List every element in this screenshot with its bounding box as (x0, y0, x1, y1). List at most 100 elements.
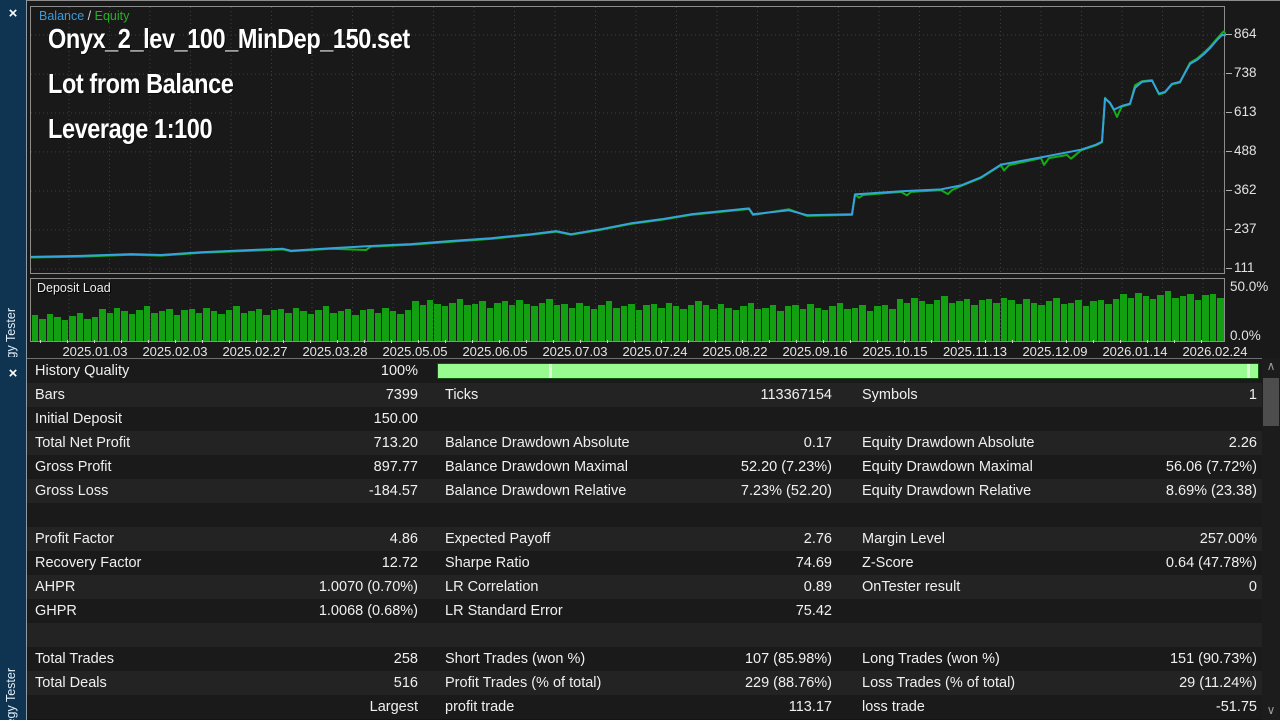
deposit-load-bar (800, 309, 806, 341)
deposit-axis-max-label: 50.0% (1230, 279, 1280, 294)
report-row[interactable]: Initial Deposit150.00 (27, 407, 1262, 431)
x-axis-tick (1201, 340, 1202, 343)
report-row[interactable]: AHPR1.0070 (0.70%)LR Correlation0.89OnTe… (27, 575, 1262, 599)
stat-label: History Quality (35, 363, 285, 379)
deposit-load-bar (1046, 301, 1052, 341)
deposit-load-bar (1068, 303, 1074, 341)
deposit-load-label: Deposit Load (37, 281, 111, 295)
close-icon[interactable]: × (5, 6, 21, 22)
deposit-load-bar (516, 300, 522, 341)
deposit-load-bar (770, 305, 776, 341)
x-axis-tick (1012, 340, 1013, 343)
deposit-load-bar (822, 310, 828, 341)
deposit-load-bar (1053, 298, 1059, 341)
deposit-load-bar (576, 303, 582, 341)
deposit-load-chart[interactable]: Deposit Load (30, 278, 1225, 342)
report-row[interactable]: Bars7399Ticks113367154Symbols1 (27, 383, 1262, 407)
report-row[interactable]: Profit Factor4.86Expected Payoff2.76Marg… (27, 527, 1262, 551)
deposit-load-bar (658, 308, 664, 342)
x-axis-tick (121, 340, 122, 343)
report-panel-tab[interactable]: Strategy Tester (0, 640, 26, 720)
backtest-report-table[interactable]: History Quality100%Bars7399Ticks11336715… (27, 359, 1262, 720)
deposit-load-bar (1180, 296, 1186, 341)
deposit-load-bar (956, 301, 962, 341)
report-row[interactable]: History Quality100% (27, 359, 1262, 383)
deposit-load-bar (457, 299, 463, 341)
deposit-load-bar (1195, 300, 1201, 341)
deposit-load-bar (300, 311, 306, 341)
deposit-load-bar (159, 311, 165, 341)
deposit-load-bar (427, 300, 433, 341)
close-icon[interactable]: × (5, 366, 21, 382)
report-row[interactable]: Total Net Profit713.20Balance Drawdown A… (27, 431, 1262, 455)
deposit-load-bar (882, 305, 888, 341)
deposit-load-bar (330, 313, 336, 342)
stat-value: 897.77 (285, 459, 418, 475)
deposit-load-bar (420, 305, 426, 341)
deposit-load-bar (308, 314, 314, 341)
deposit-load-bar (77, 313, 83, 342)
stat-label: Profit Factor (35, 531, 285, 547)
x-axis-label: 2025.07.03 (530, 344, 620, 359)
x-axis-tick (958, 340, 959, 343)
deposit-load-bar (867, 311, 873, 341)
stat-value: -51.75 (1092, 699, 1257, 715)
report-row[interactable]: GHPR1.0068 (0.68%)LR Standard Error75.42 (27, 599, 1262, 623)
stat-value: 100% (285, 363, 418, 379)
deposit-load-bar (54, 317, 60, 341)
deposit-load-bar (1061, 304, 1067, 341)
stat-label: Sharpe Ratio (445, 555, 675, 571)
report-row[interactable]: Recovery Factor12.72Sharpe Ratio74.69Z-S… (27, 551, 1262, 575)
deposit-load-bar (1210, 294, 1216, 341)
x-axis-tick (472, 340, 473, 343)
deposit-load-bar (561, 304, 567, 341)
stat-label: Z-Score (862, 555, 1092, 571)
stat-value: 74.69 (675, 555, 832, 571)
stat-value: 1.0068 (0.68%) (285, 603, 418, 619)
deposit-load-bar (666, 303, 672, 341)
chart-title-overlay: Onyx_2_lev_100_MinDep_150.set Lot from B… (48, 23, 479, 158)
stat-label: Expected Payoff (445, 531, 675, 547)
deposit-load-bar (412, 301, 418, 341)
strategy-tester-tab-label: Strategy Tester (4, 668, 18, 720)
report-row[interactable]: Total Deals516Profit Trades (% of total)… (27, 671, 1262, 695)
stat-value: 7.23% (52.20) (675, 483, 832, 499)
deposit-load-bar (673, 306, 679, 341)
report-row[interactable] (27, 623, 1262, 647)
balance-equity-chart[interactable]: Balance / Equity Onyx_2_lev_100_MinDep_1… (30, 6, 1225, 274)
lot-mode-label: Lot from Balance (48, 68, 410, 100)
stat-value: 2.76 (675, 531, 832, 547)
deposit-load-bar (733, 310, 739, 341)
scroll-up-icon[interactable]: ∧ (1262, 358, 1280, 376)
deposit-load-bar (487, 308, 493, 342)
stat-value: 113367154 (675, 387, 832, 403)
deposit-load-bar (688, 305, 694, 341)
x-axis-tick (985, 340, 986, 343)
x-axis-tick (1066, 340, 1067, 343)
legend-equity: Equity (95, 9, 130, 23)
report-row[interactable]: Gross Profit897.77Balance Drawdown Maxim… (27, 455, 1262, 479)
deposit-load-bar (524, 304, 530, 341)
chart-panel-tab[interactable]: Strategy Tester (0, 268, 26, 357)
y-axis-label: 488 (1234, 143, 1280, 158)
deposit-load-bar (1105, 304, 1111, 341)
stat-label: Total Deals (35, 675, 285, 691)
report-row[interactable] (27, 503, 1262, 527)
stat-label: Loss Trades (% of total) (862, 675, 1092, 691)
scroll-down-icon[interactable]: ∨ (1262, 702, 1280, 720)
stat-value: 8.69% (23.38) (1092, 483, 1257, 499)
x-axis-label: 2025.07.24 (610, 344, 700, 359)
deposit-load-bar (1202, 295, 1208, 341)
deposit-load-bar (1075, 300, 1081, 341)
stat-label: Total Net Profit (35, 435, 285, 451)
deposit-load-bar (479, 301, 485, 341)
deposit-load-bar (121, 311, 127, 341)
stat-label: Initial Deposit (35, 411, 285, 427)
report-row[interactable]: Total Trades258Short Trades (won %)107 (… (27, 647, 1262, 671)
scrollbar-thumb[interactable] (1263, 378, 1279, 426)
report-row[interactable]: Gross Loss-184.57Balance Drawdown Relati… (27, 479, 1262, 503)
report-scrollbar[interactable]: ∧ ∨ (1262, 358, 1280, 720)
report-row[interactable]: Largestprofit trade113.17loss trade-51.7… (27, 695, 1262, 719)
stat-label: LR Standard Error (445, 603, 675, 619)
stat-label: Balance Drawdown Absolute (445, 435, 675, 451)
